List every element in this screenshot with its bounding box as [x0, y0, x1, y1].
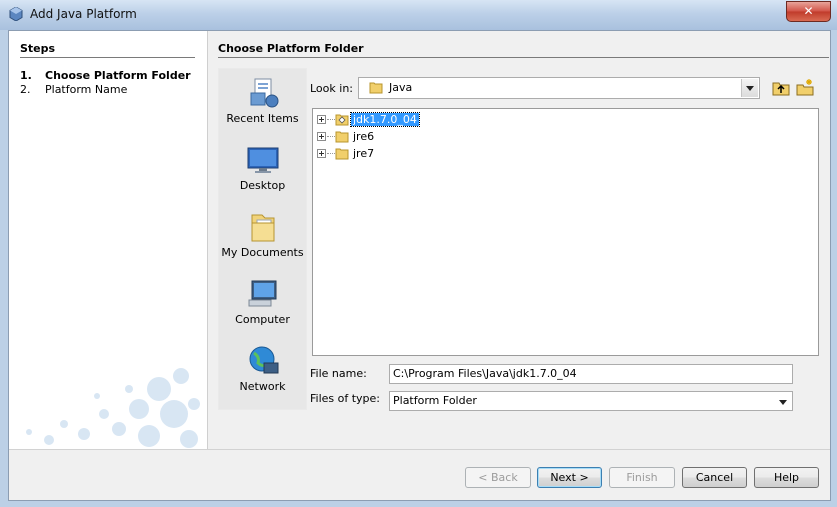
recent-items-icon — [250, 78, 278, 108]
place-computer[interactable]: Computer — [219, 278, 306, 326]
place-label: Desktop — [239, 179, 286, 192]
file-name-label: jre7 — [353, 147, 375, 160]
place-label: My Documents — [221, 246, 304, 259]
place-my-documents[interactable]: My Documents — [219, 211, 306, 259]
place-label: Recent Items — [226, 112, 299, 125]
file-name-field[interactable]: C:\Program Files\Java\jdk1.7.0_04 — [389, 364, 793, 384]
file-name-label: jdk1.7.0_04 — [350, 112, 420, 127]
new-folder-icon[interactable] — [795, 79, 815, 97]
files-of-type-value: Platform Folder — [393, 394, 477, 407]
panel-divider — [218, 57, 829, 58]
up-one-level-icon[interactable] — [771, 79, 791, 97]
files-of-type-dropdown[interactable]: Platform Folder — [389, 391, 793, 411]
tree-connector — [327, 136, 335, 137]
dialog-window: Add Java Platform ✕ Steps 1. Choose Platf… — [0, 0, 837, 507]
look-in-label: Look in: — [310, 82, 353, 95]
look-in-value: Java — [389, 81, 413, 94]
file-name-label: File name: — [310, 367, 367, 380]
expand-icon[interactable] — [317, 149, 326, 158]
folder-icon — [335, 131, 349, 143]
steps-panel: Steps 1. Choose Platform Folder 2. Platfor… — [9, 31, 208, 449]
steps-divider — [20, 57, 195, 58]
file-list[interactable]: jdk1.7.0_04 jre6 jre7 — [312, 108, 819, 356]
expand-icon[interactable] — [317, 115, 326, 124]
panel-title: Choose Platform Folder — [218, 42, 364, 55]
java-platform-icon — [9, 7, 23, 21]
step-platform-name: 2. Platform Name — [20, 83, 127, 96]
next-button[interactable]: Next > — [537, 467, 602, 488]
step-label: Choose Platform Folder — [45, 69, 191, 82]
my-documents-icon — [251, 214, 274, 242]
folder-icon — [335, 148, 349, 160]
folder-icon — [369, 82, 383, 94]
step-label: Platform Name — [45, 83, 128, 96]
folder-icon — [335, 114, 349, 126]
help-button[interactable]: Help — [754, 467, 819, 488]
place-label: Network — [239, 380, 286, 393]
window-title: Add Java Platform — [30, 7, 137, 21]
step-number: 1. — [20, 69, 32, 82]
button-bar-divider — [9, 449, 830, 450]
place-network[interactable]: Network — [219, 345, 306, 393]
title-bar[interactable]: Add Java Platform ✕ — [0, 0, 837, 30]
desktop-icon — [247, 147, 278, 173]
tree-connector — [327, 153, 335, 154]
place-recent-items[interactable]: Recent Items — [219, 77, 306, 125]
chevron-down-icon[interactable] — [775, 393, 791, 411]
file-name-value: C:\Program Files\Java\jdk1.7.0_04 — [393, 367, 577, 380]
tree-connector — [327, 119, 335, 120]
place-label: Computer — [235, 313, 290, 326]
files-of-type-label: Files of type: — [310, 392, 381, 405]
look-in-dropdown[interactable]: Java — [358, 77, 760, 99]
close-button[interactable]: ✕ — [786, 1, 831, 22]
steps-title: Steps — [20, 42, 56, 55]
place-desktop[interactable]: Desktop — [219, 144, 306, 192]
network-icon — [249, 346, 278, 374]
cancel-button[interactable]: Cancel — [682, 467, 747, 488]
finish-button[interactable]: Finish — [609, 467, 675, 488]
back-button[interactable]: < Back — [465, 467, 531, 488]
dialog-content: Steps 1. Choose Platform Folder 2. Platfor… — [8, 30, 831, 501]
step-choose-platform-folder: 1. Choose Platform Folder — [20, 69, 191, 82]
chevron-down-icon[interactable] — [741, 79, 758, 97]
places-bar: Recent Items Desktop My Documents Comput… — [218, 68, 307, 410]
computer-icon — [248, 280, 276, 307]
step-number: 2. — [20, 83, 31, 96]
decorative-bubbles — [26, 368, 200, 448]
expand-icon[interactable] — [317, 132, 326, 141]
file-name-label: jre6 — [353, 130, 375, 143]
